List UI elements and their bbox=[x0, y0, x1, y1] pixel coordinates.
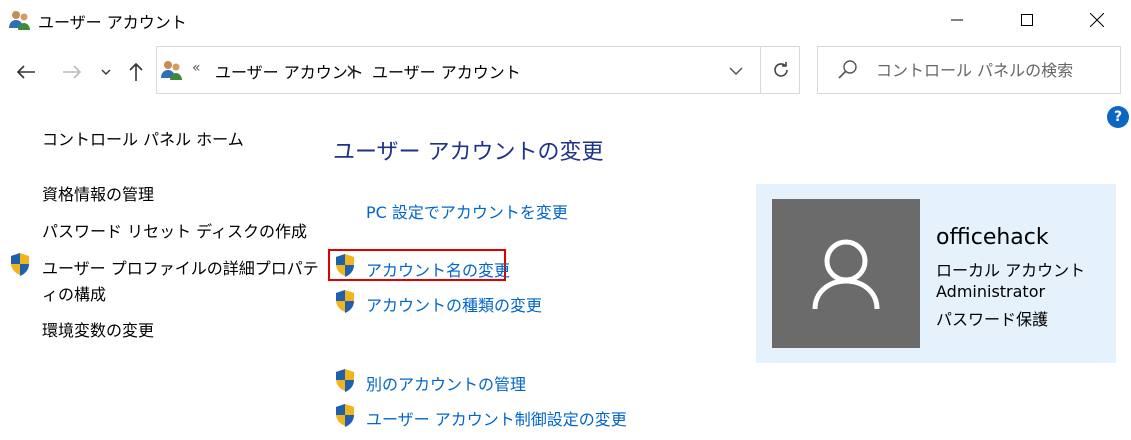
user-icon bbox=[812, 239, 880, 309]
pc-settings-link[interactable]: PC 設定でアカウントを変更 bbox=[366, 199, 568, 223]
manage-other-account-link[interactable]: 別のアカウントの管理 bbox=[366, 371, 526, 395]
control-panel-home-link[interactable]: コントロール パネル ホーム bbox=[42, 126, 244, 150]
account-role: Administrator bbox=[936, 282, 1046, 301]
breadcrumb-overflow[interactable]: « bbox=[192, 60, 201, 76]
up-button[interactable] bbox=[122, 56, 150, 88]
advanced-profile-properties-link[interactable]: ユーザー プロファイルの詳細プロパテ bbox=[42, 255, 319, 279]
back-arrow-icon bbox=[16, 65, 35, 79]
manage-credentials-link[interactable]: 資格情報の管理 bbox=[42, 181, 154, 205]
chevron-down-icon bbox=[101, 69, 111, 75]
maximize-button[interactable] bbox=[1005, 0, 1049, 40]
users-icon bbox=[8, 8, 32, 32]
breadcrumb-item[interactable]: ユーザー アカウント bbox=[372, 59, 521, 83]
window-title: ユーザー アカウント bbox=[38, 13, 187, 32]
password-reset-disk-link[interactable]: パスワード リセット ディスクの作成 bbox=[42, 218, 307, 242]
users-icon bbox=[160, 58, 184, 82]
shield-icon bbox=[333, 289, 357, 313]
address-divider bbox=[760, 47, 761, 93]
close-icon bbox=[1090, 13, 1104, 27]
user-name: officehack bbox=[936, 225, 1049, 250]
recent-locations-button[interactable] bbox=[96, 56, 116, 88]
search-icon bbox=[836, 58, 860, 82]
change-account-name-link[interactable]: アカウント名の変更 bbox=[366, 257, 510, 281]
forward-button[interactable] bbox=[58, 56, 86, 88]
close-button[interactable] bbox=[1075, 0, 1119, 40]
shield-icon bbox=[333, 403, 357, 427]
shield-icon bbox=[333, 368, 357, 392]
change-account-type-link[interactable]: アカウントの種類の変更 bbox=[366, 292, 542, 316]
up-arrow-icon bbox=[129, 62, 143, 81]
environment-variables-link[interactable]: 環境変数の変更 bbox=[42, 317, 154, 341]
back-button[interactable] bbox=[12, 56, 40, 88]
page-title: ユーザー アカウントの変更 bbox=[333, 140, 604, 165]
address-dropdown-button[interactable] bbox=[724, 60, 748, 82]
account-type: ローカル アカウント bbox=[936, 261, 1086, 280]
refresh-icon bbox=[774, 62, 788, 77]
minimize-button[interactable] bbox=[935, 0, 979, 40]
breadcrumb-item[interactable]: ユーザー アカウント bbox=[215, 59, 364, 83]
minimize-icon bbox=[951, 19, 963, 21]
avatar bbox=[772, 199, 920, 348]
forward-arrow-icon bbox=[63, 65, 82, 79]
help-icon[interactable]: ? bbox=[1107, 106, 1129, 128]
chevron-right-icon[interactable] bbox=[347, 62, 355, 81]
search-input[interactable] bbox=[876, 47, 1112, 93]
uac-settings-link[interactable]: ユーザー アカウント制御設定の変更 bbox=[366, 406, 627, 430]
shield-icon bbox=[8, 252, 32, 276]
advanced-profile-properties-link[interactable]: ィの構成 bbox=[42, 281, 106, 305]
chevron-down-icon bbox=[729, 67, 743, 75]
maximize-icon bbox=[1021, 14, 1033, 26]
shield-icon bbox=[333, 253, 357, 277]
password-status: パスワード保護 bbox=[936, 310, 1049, 329]
refresh-button[interactable] bbox=[762, 47, 800, 93]
